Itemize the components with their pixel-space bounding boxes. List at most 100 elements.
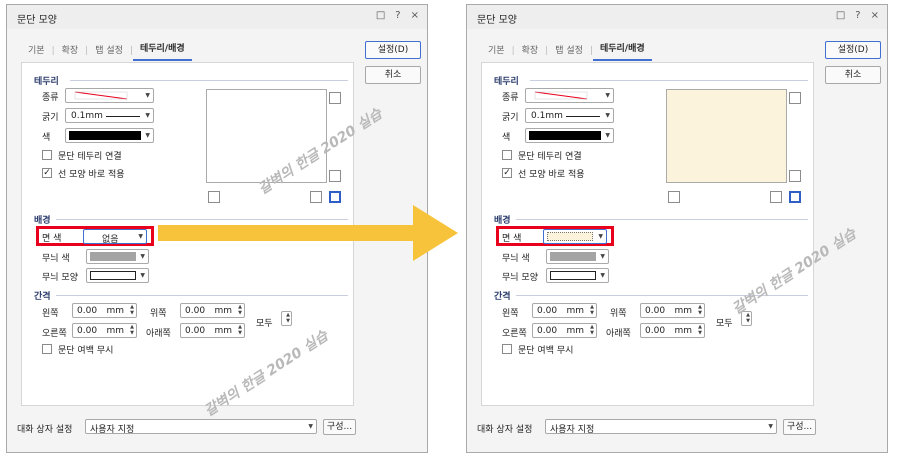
preset-combo[interactable]: 사용자 지정 ▼	[85, 419, 317, 435]
apply-line-checkbox[interactable]: ✓	[502, 168, 512, 178]
tab-border-background[interactable]: 테두리/배경	[592, 41, 652, 61]
settings-panel: 테두리 종류 ▼ 굵기 0.1mm ▼ 색 ▼ 문단 테두리 연결 ✓ 선 모양…	[481, 62, 859, 406]
pattern-shape-combo[interactable]: ▼	[86, 268, 149, 283]
help-window-icon[interactable]: □	[376, 10, 385, 21]
cancel-button[interactable]: 취소	[365, 66, 421, 84]
chevron-down-icon: ▼	[140, 272, 145, 279]
right-spacing-input[interactable]: 0.00 mm ▲ ▼	[532, 323, 597, 338]
tab-tab-settings[interactable]: 탭 설정	[548, 43, 590, 61]
ok-button[interactable]: 설정(D)	[825, 41, 881, 59]
border-preview	[666, 89, 787, 183]
fill-color-combo[interactable]: ▼	[543, 229, 607, 244]
right-border-icon[interactable]	[310, 191, 322, 203]
paragraph-dialog-after: 문단 모양 □ ? × 기본 | 확장 | 탭 설정 | 테두리/배경 설정(D) 취…	[466, 4, 888, 453]
cancel-button[interactable]: 취소	[825, 66, 881, 84]
all-spacing-spinner[interactable]: ▲ ▼	[281, 311, 292, 326]
ok-button[interactable]: 설정(D)	[365, 41, 421, 59]
all-spacing-label: 모두	[716, 319, 733, 329]
left-border-icon[interactable]	[668, 191, 680, 203]
chevron-down-icon: ▼	[145, 112, 150, 119]
close-icon[interactable]: ×	[411, 10, 419, 21]
tab-border-background[interactable]: 테두리/배경	[132, 41, 192, 61]
chevron-down-icon: ▼	[598, 233, 603, 240]
apply-line-checkbox[interactable]: ✓	[42, 168, 52, 178]
ignore-margin-checkbox[interactable]	[42, 344, 52, 354]
tab-tab-settings[interactable]: 탭 설정	[88, 43, 130, 61]
bottom-spacing-label: 아래쪽	[606, 329, 631, 339]
pattern-color-combo[interactable]: ▼	[546, 249, 609, 264]
left-spacing-input[interactable]: 0.00 mm ▲ ▼	[72, 303, 137, 318]
chevron-down-icon: ▼	[600, 253, 605, 260]
top-spacing-input[interactable]: 0.00 mm ▲ ▼	[640, 303, 705, 318]
watermark: 갈벽의 한글 2020 실습	[729, 225, 860, 318]
border-type-combo[interactable]: ▼	[65, 88, 154, 103]
border-link-checkbox[interactable]	[502, 150, 512, 160]
top-border-icon[interactable]	[789, 92, 801, 104]
border-type-combo[interactable]: ▼	[525, 88, 614, 103]
left-border-icon[interactable]	[208, 191, 220, 203]
border-color-label: 색	[42, 133, 51, 143]
titlebar: 문단 모양 □ ? ×	[467, 5, 887, 29]
right-spacing-label: 오른쪽	[42, 329, 67, 339]
box-border-icon[interactable]	[789, 191, 801, 203]
mid-border-icon[interactable]	[329, 170, 341, 182]
help-icon[interactable]: ?	[855, 10, 860, 21]
tab-extended[interactable]: 확장	[55, 43, 86, 61]
border-width-combo[interactable]: 0.1mm ▼	[525, 108, 614, 123]
transition-arrow-icon	[158, 205, 458, 261]
right-spacing-input[interactable]: 0.00 mm ▲ ▼	[72, 323, 137, 338]
top-spacing-label: 위쪽	[150, 309, 167, 319]
dialog-title: 문단 모양	[477, 15, 517, 26]
border-link-checkbox[interactable]	[42, 150, 52, 160]
tab-extended[interactable]: 확장	[515, 43, 546, 61]
help-window-icon[interactable]: □	[836, 10, 845, 21]
left-spacing-input[interactable]: 0.00 mm ▲ ▼	[532, 303, 597, 318]
titlebar: 문단 모양 □ ? ×	[7, 5, 427, 29]
pattern-color-label: 무늬 색	[502, 254, 530, 264]
chevron-down-icon: ▼	[145, 92, 150, 99]
fill-color-combo[interactable]: 없음 ▼	[83, 229, 147, 245]
border-width-label: 굵기	[502, 113, 519, 123]
right-border-icon[interactable]	[770, 191, 782, 203]
bottom-spacing-input[interactable]: 0.00 mm ▲ ▼	[640, 323, 705, 338]
border-color-label: 색	[502, 133, 511, 143]
box-border-icon[interactable]	[329, 191, 341, 203]
pattern-color-combo[interactable]: ▼	[86, 249, 149, 264]
border-color-combo[interactable]: ▼	[525, 128, 614, 143]
pattern-color-label: 무늬 색	[42, 254, 70, 264]
top-spacing-input[interactable]: 0.00 mm ▲ ▼	[180, 303, 245, 318]
tab-basic[interactable]: 기본	[21, 43, 52, 61]
fill-color-label: 면 색	[502, 234, 522, 244]
mid-border-icon[interactable]	[789, 170, 801, 182]
tab-basic[interactable]: 기본	[481, 43, 512, 61]
dialog-title: 문단 모양	[17, 15, 57, 26]
right-spacing-label: 오른쪽	[502, 329, 527, 339]
preset-combo[interactable]: 사용자 지정 ▼	[545, 419, 777, 435]
all-spacing-label: 모두	[256, 319, 273, 329]
bottom-spacing-input[interactable]: 0.00 mm ▲ ▼	[180, 323, 245, 338]
top-border-icon[interactable]	[329, 92, 341, 104]
chevron-down-icon: ▼	[138, 233, 143, 240]
chevron-down-icon: ▼	[308, 423, 313, 430]
line-preview-icon	[74, 91, 128, 100]
tab-bar: 기본 | 확장 | 탭 설정 | 테두리/배경	[21, 41, 192, 61]
pattern-shape-label: 무늬 모양	[502, 273, 538, 283]
bottom-spacing-label: 아래쪽	[146, 329, 171, 339]
spacing-section-header: 간격	[494, 292, 511, 302]
pattern-shape-combo[interactable]: ▼	[546, 268, 609, 283]
configure-button[interactable]: 구성...	[783, 419, 816, 435]
ignore-margin-checkbox[interactable]	[502, 344, 512, 354]
preset-label: 대화 상자 설정	[17, 425, 73, 435]
color-swatch	[529, 131, 601, 140]
help-icon[interactable]: ?	[395, 10, 400, 21]
pattern-swatch	[90, 271, 136, 280]
configure-button[interactable]: 구성...	[323, 419, 356, 435]
chevron-down-icon: ▼	[768, 423, 773, 430]
border-color-combo[interactable]: ▼	[65, 128, 154, 143]
border-width-combo[interactable]: 0.1mm ▼	[65, 108, 154, 123]
pattern-swatch	[550, 271, 596, 280]
close-icon[interactable]: ×	[871, 10, 879, 21]
top-spacing-label: 위쪽	[610, 309, 627, 319]
chevron-down-icon: ▼	[605, 132, 610, 139]
left-spacing-label: 왼쪽	[502, 309, 519, 319]
